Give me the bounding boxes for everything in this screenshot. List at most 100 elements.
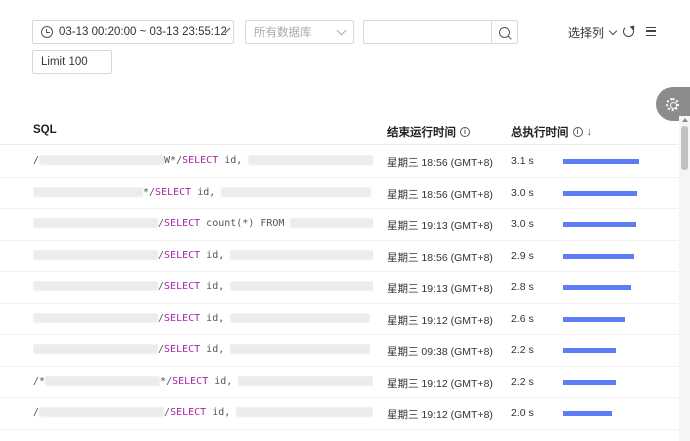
duration-bar — [563, 159, 639, 164]
table-row[interactable]: /SELECT id, ... 星期三 09:38 (GMT+8) 2.2 s — [0, 335, 678, 367]
duration-bar — [563, 253, 634, 259]
end-time: 星期三 09:38 (GMT+8) — [387, 346, 493, 358]
redacted-text — [236, 407, 373, 417]
sql-keyword: SELECT — [164, 344, 201, 355]
search-button[interactable] — [491, 20, 518, 44]
duration-bar — [563, 348, 617, 353]
duration-bar-track — [563, 285, 639, 290]
table-row[interactable]: //SELECT id, ), ... 星期三 19:12 (GMT+8) 2.0 … — [0, 398, 678, 430]
redacted-text — [33, 249, 158, 260]
info-icon[interactable]: i — [572, 127, 583, 137]
sql-comment: W*/ — [164, 155, 183, 166]
header-sql: SQL — [33, 124, 57, 136]
redacted-text — [39, 155, 165, 165]
end-time: 星期三 18:56 (GMT+8) — [387, 251, 493, 264]
search-input[interactable] — [364, 21, 491, 43]
duration: 3.0 s — [511, 218, 534, 230]
time-range-picker[interactable]: 03-13 00:20:00 ~ 03-13 23:55:12 — [32, 20, 234, 44]
redacted-text — [45, 375, 161, 386]
redacted-text — [221, 186, 372, 197]
table-row[interactable]: */SELECT id, 星期三 18:56 (GMT+8) 3.0 s — [0, 178, 678, 209]
sql-text: //SELECT id, ), ... — [33, 407, 373, 418]
sql-rest: id, — [200, 344, 225, 355]
limit-value: Limit 100 — [41, 56, 88, 68]
chevron-down-icon — [608, 26, 618, 36]
table-row[interactable]: /SELECT id, 星期三 19:13 (GMT+8) 2.8 s — [0, 272, 678, 304]
duration-bar-track — [563, 411, 639, 416]
duration: 2.6 s — [511, 312, 534, 325]
redacted-text — [230, 312, 371, 323]
sql-rest: id, — [200, 312, 225, 324]
limit-select[interactable]: Limit 100 — [32, 50, 112, 74]
sql-keyword: SELECT — [170, 407, 207, 418]
sql-rest: id, — [208, 375, 233, 387]
duration: 2.0 s — [511, 407, 534, 419]
duration-bar-track — [563, 222, 639, 227]
end-time: 星期三 19:12 (GMT+8) — [387, 409, 493, 421]
duration-bar-track — [563, 316, 639, 322]
info-icon[interactable]: i — [460, 127, 470, 137]
sort-desc-icon[interactable]: ↓ — [587, 126, 593, 138]
end-time: 星期三 18:56 (GMT+8) — [387, 157, 493, 169]
sql-text: /SELECT count(*) FROM — [33, 218, 373, 229]
sql-text: /SELECT id, ... — [33, 312, 373, 324]
duration-bar-track — [563, 190, 639, 196]
sql-rest: count(*) FROM — [200, 218, 285, 229]
sql-keyword: SELECT — [164, 249, 201, 261]
sql-prefix: /* — [33, 375, 46, 387]
sql-text: /SELECT id, — [33, 281, 373, 292]
end-time: 星期三 19:13 (GMT+8) — [387, 283, 493, 295]
redacted-text — [230, 249, 373, 260]
redacted-text — [39, 407, 165, 417]
column-select-label: 选择列 — [568, 26, 605, 40]
search-icon — [499, 26, 510, 38]
table-row[interactable]: /SELECT count(*) FROM 星期三 19:13 (GMT+8) 3… — [0, 209, 678, 241]
table-header: SQL 结束运行时间 i 总执行时间 i ↓ — [0, 116, 678, 145]
column-select-button[interactable]: 选择列 — [568, 24, 618, 41]
refresh-icon[interactable] — [623, 26, 634, 37]
scroll-thumb[interactable] — [681, 126, 688, 170]
sql-rest: id, — [206, 407, 231, 418]
redacted-text — [230, 344, 371, 354]
redacted-text — [33, 186, 143, 197]
database-select[interactable]: 所有数据库 — [245, 20, 354, 44]
end-time: 星期三 19:13 (GMT+8) — [387, 220, 493, 232]
sql-text: /SELECT id, ... — [33, 344, 373, 355]
gear-icon — [666, 97, 679, 111]
duration: 3.1 s — [511, 155, 534, 167]
redacted-text — [33, 218, 158, 228]
header-end-time-label: 结束运行时间 — [387, 127, 456, 139]
scroll-up-icon[interactable] — [682, 118, 688, 122]
table-row[interactable]: /SELECT id, 星期三 18:56 (GMT+8) 2.9 s — [0, 241, 678, 272]
scrollbar[interactable] — [679, 116, 690, 441]
duration-bar — [563, 379, 617, 385]
table-row[interactable]: / W*/SELECT id, 星期三 18:56 (GMT+8) 3.1 s — [0, 146, 678, 178]
duration-bar-track — [563, 379, 639, 385]
duration: 2.2 s — [511, 375, 534, 388]
redacted-text — [33, 344, 158, 354]
duration: 2.2 s — [511, 344, 534, 356]
sql-keyword: SELECT — [164, 312, 201, 324]
duration-bar — [563, 190, 637, 196]
end-time: 星期三 19:12 (GMT+8) — [387, 377, 493, 390]
header-total-time[interactable]: 总执行时间 i ↓ — [511, 124, 592, 140]
header-end-time[interactable]: 结束运行时间 i — [387, 124, 470, 140]
duration-bar-track — [563, 159, 639, 164]
table-row[interactable]: /SELECT id, ... 星期三 19:12 (GMT+8) 2.6 s — [0, 304, 678, 335]
duration-bar — [563, 222, 636, 227]
redacted-text — [33, 312, 158, 323]
redacted-text — [248, 155, 373, 165]
redacted-text — [238, 375, 373, 386]
end-time: 星期三 19:12 (GMT+8) — [387, 314, 493, 327]
header-sql-label: SQL — [33, 124, 57, 136]
sql-rest: id, — [191, 186, 216, 198]
menu-icon[interactable] — [646, 27, 656, 36]
table-row[interactable]: /**/SELECT id, ...星期三 19:12 (GMT+8)2.2 s — [0, 367, 678, 398]
sql-text: */SELECT id, — [33, 186, 373, 198]
duration-bar-track — [563, 253, 639, 259]
table-body: / W*/SELECT id, 星期三 18:56 (GMT+8) 3.1 s */S… — [0, 146, 678, 430]
chevron-down-icon — [336, 25, 347, 36]
time-range-text: 03-13 00:20:00 ~ 03-13 23:55:12 — [59, 26, 227, 38]
sql-keyword: SELECT — [164, 218, 201, 229]
redacted-text — [290, 218, 373, 228]
